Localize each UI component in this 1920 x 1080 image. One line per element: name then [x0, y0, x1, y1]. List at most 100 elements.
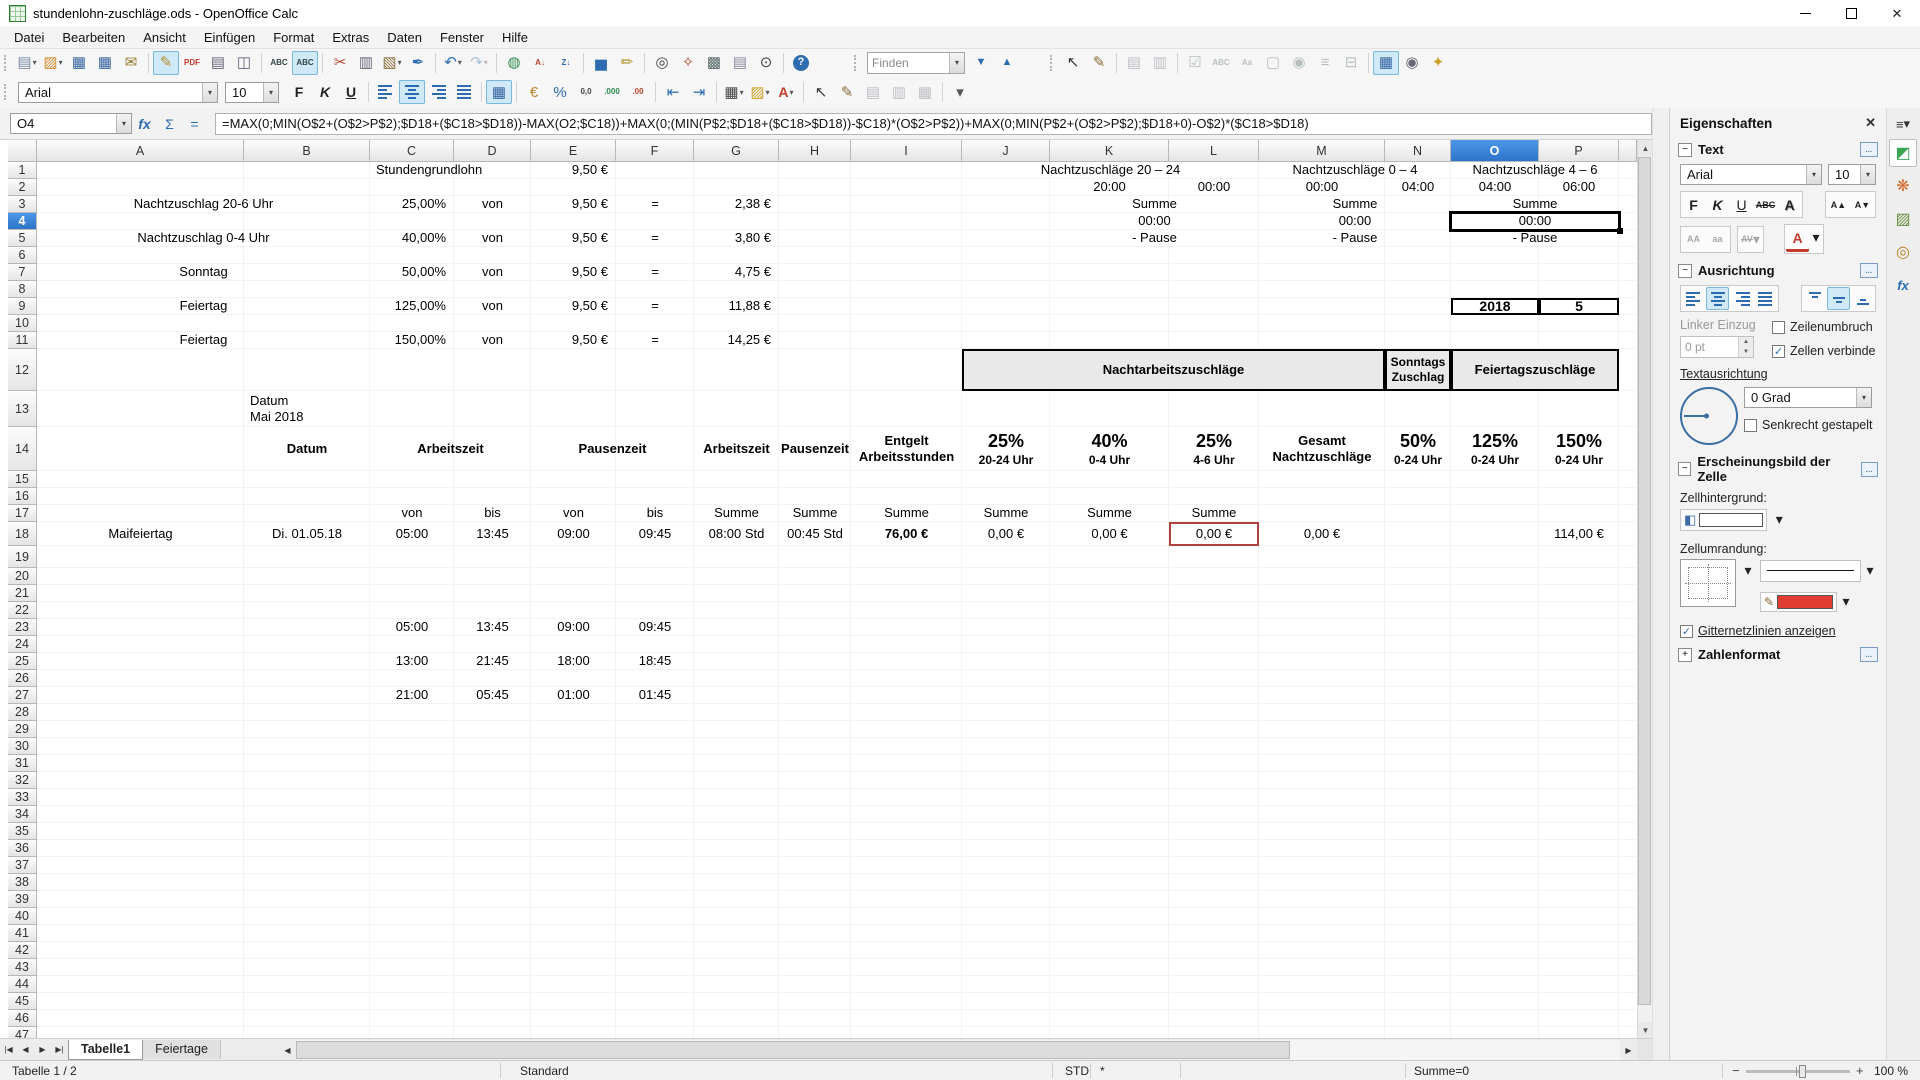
find-next-icon[interactable]: ▼	[968, 51, 994, 75]
row-header-45[interactable]: 45	[8, 993, 37, 1010]
row-header-13[interactable]: 13	[8, 391, 37, 427]
sidebar-font-color-icon[interactable]: A	[1786, 226, 1809, 252]
align-middle-button[interactable]	[1827, 287, 1850, 310]
name-box-dropdown-icon[interactable]: ▾	[116, 114, 131, 133]
cell-J14[interactable]: 25%20-24 Uhr	[962, 427, 1050, 471]
cell-M2[interactable]: 00:00	[1259, 179, 1385, 196]
cell-G18[interactable]: 08:00 Std	[694, 522, 779, 546]
cell-F17[interactable]: bis	[616, 505, 694, 522]
menu-hilfe[interactable]: Hilfe	[493, 28, 537, 47]
menu-bearbeiten[interactable]: Bearbeiten	[53, 28, 134, 47]
page-style[interactable]: Standard	[520, 1064, 569, 1078]
cell-O2[interactable]: 04:00	[1451, 179, 1539, 196]
cell-I14[interactable]: EntgeltArbeitsstunden	[851, 427, 962, 471]
stacked-checkbox[interactable]: Senkrecht gestapelt	[1744, 418, 1876, 432]
row-header-28[interactable]: 28	[8, 704, 37, 721]
sum-display[interactable]: Summe=0	[1414, 1064, 1469, 1078]
number-format-percent-icon[interactable]: %	[547, 80, 573, 104]
cell-G3[interactable]: 2,38 €	[694, 196, 779, 213]
draw-functions-icon[interactable]: ✏	[614, 51, 640, 75]
stepper-up-icon[interactable]: ▲	[1739, 337, 1753, 347]
cell-C18[interactable]: 05:00	[370, 522, 454, 546]
cell-E23[interactable]: 09:00	[531, 619, 616, 636]
row-header-20[interactable]: 20	[8, 568, 37, 585]
zoom-in-icon[interactable]: +	[1856, 1063, 1864, 1078]
number-format-standard-icon[interactable]: 0,0	[573, 80, 599, 104]
column-header-E[interactable]: E	[531, 140, 616, 162]
cell-N2[interactable]: 04:00	[1385, 179, 1451, 196]
close-button[interactable]: ✕	[1874, 0, 1920, 26]
cut-icon[interactable]: ✂	[327, 51, 353, 75]
underline-button[interactable]: U	[1730, 193, 1753, 216]
styles-deck-icon[interactable]: ❋	[1889, 172, 1917, 200]
row-header-5[interactable]: 5	[8, 230, 37, 247]
equals-icon[interactable]: =	[182, 113, 207, 135]
strikethrough-button[interactable]: ABC	[1754, 193, 1777, 216]
hscroll-left-icon[interactable]: ◀	[279, 1039, 296, 1061]
wizards-icon[interactable]: ✦	[1425, 51, 1451, 75]
sort-descending-icon[interactable]: Z↓	[553, 51, 579, 75]
add-decimal-icon[interactable]: .000	[599, 80, 625, 104]
cell-K18[interactable]: 0,00 €	[1050, 522, 1169, 546]
merge-cells-checkbox-box[interactable]	[1772, 345, 1785, 358]
cell-C1[interactable]: Stundengrundlohn	[370, 162, 454, 179]
row-header-27[interactable]: 27	[8, 687, 37, 704]
cell-K14[interactable]: 40%0-4 Uhr	[1050, 427, 1169, 471]
row-header-30[interactable]: 30	[8, 738, 37, 755]
column-header-I[interactable]: I	[851, 140, 962, 162]
text-section-header[interactable]: − Text ···	[1670, 136, 1886, 161]
cell-C25[interactable]: 13:00	[370, 653, 454, 670]
toolbar-handle[interactable]	[4, 55, 9, 71]
border-color-dropdown-icon[interactable]: ▾	[1840, 590, 1852, 613]
align-left-icon[interactable]	[373, 80, 399, 104]
cell-E3[interactable]: 9,50 €	[531, 196, 616, 213]
find-toolbar-handle[interactable]	[854, 55, 859, 71]
insert-chart-icon[interactable]: ▅	[588, 51, 614, 75]
new-document-icon[interactable]: ▤▾	[14, 51, 40, 75]
scroll-down-icon[interactable]: ▼	[1638, 1022, 1653, 1038]
sidebar-menu-icon[interactable]: ≡▾	[1889, 114, 1917, 134]
cell-D3[interactable]: von	[454, 196, 531, 213]
cell-F5[interactable]: =	[616, 230, 694, 247]
column-header-F[interactable]: F	[616, 140, 694, 162]
cell-P2[interactable]: 06:00	[1539, 179, 1619, 196]
cell-C5[interactable]: 40,00%	[370, 230, 454, 247]
select-all-corner[interactable]	[8, 140, 37, 162]
sum-icon[interactable]: Σ	[157, 113, 182, 135]
sidebar-close-icon[interactable]: ✕	[1865, 115, 1876, 131]
font-size-combo[interactable]: 10 ▾	[225, 82, 279, 103]
cell-M4[interactable]: 00:00	[1259, 213, 1451, 230]
cell-O5[interactable]: - Pause	[1451, 230, 1619, 247]
row-header-25[interactable]: 25	[8, 653, 37, 670]
column-header-B[interactable]: B	[244, 140, 370, 162]
row-header-1[interactable]: 1	[8, 162, 37, 179]
cell-C23[interactable]: 05:00	[370, 619, 454, 636]
align-left-button[interactable]	[1682, 287, 1705, 310]
select-tool-icon[interactable]: ↖	[808, 80, 834, 104]
zoom-out-icon[interactable]: −	[1732, 1063, 1740, 1078]
row-header-17[interactable]: 17	[8, 505, 37, 522]
orientation-degrees-combo[interactable]: 0 Grad ▾	[1744, 387, 1872, 408]
cell-A7[interactable]: Sonntag	[37, 264, 370, 281]
cell-E17[interactable]: von	[531, 505, 616, 522]
undo-icon[interactable]: ↶▾	[440, 51, 466, 75]
row-header-9[interactable]: 9	[8, 298, 37, 315]
stacked-checkbox-box[interactable]	[1744, 419, 1757, 432]
menu-format[interactable]: Format	[264, 28, 323, 47]
cell-H17[interactable]: Summe	[779, 505, 851, 522]
cell-A18[interactable]: Maifeiertag	[37, 522, 244, 546]
cell-G17[interactable]: Summe	[694, 505, 779, 522]
row-header-33[interactable]: 33	[8, 789, 37, 806]
border-color-button[interactable]: ✎	[1760, 592, 1837, 612]
row-header-2[interactable]: 2	[8, 179, 37, 196]
column-header-L[interactable]: L	[1169, 140, 1259, 162]
select-pointer-icon[interactable]: ↖	[1060, 51, 1086, 75]
cell-G11[interactable]: 14,25 €	[694, 332, 779, 349]
cell-M18[interactable]: 0,00 €	[1259, 522, 1385, 546]
cell-C27[interactable]: 21:00	[370, 687, 454, 704]
shadow-button[interactable]: A	[1778, 193, 1801, 216]
cell-A9[interactable]: Feiertag	[37, 298, 370, 315]
number-format-currency-icon[interactable]: €	[521, 80, 547, 104]
cell-I17[interactable]: Summe	[851, 505, 962, 522]
cell-background-color-button[interactable]: ◧	[1680, 509, 1767, 531]
